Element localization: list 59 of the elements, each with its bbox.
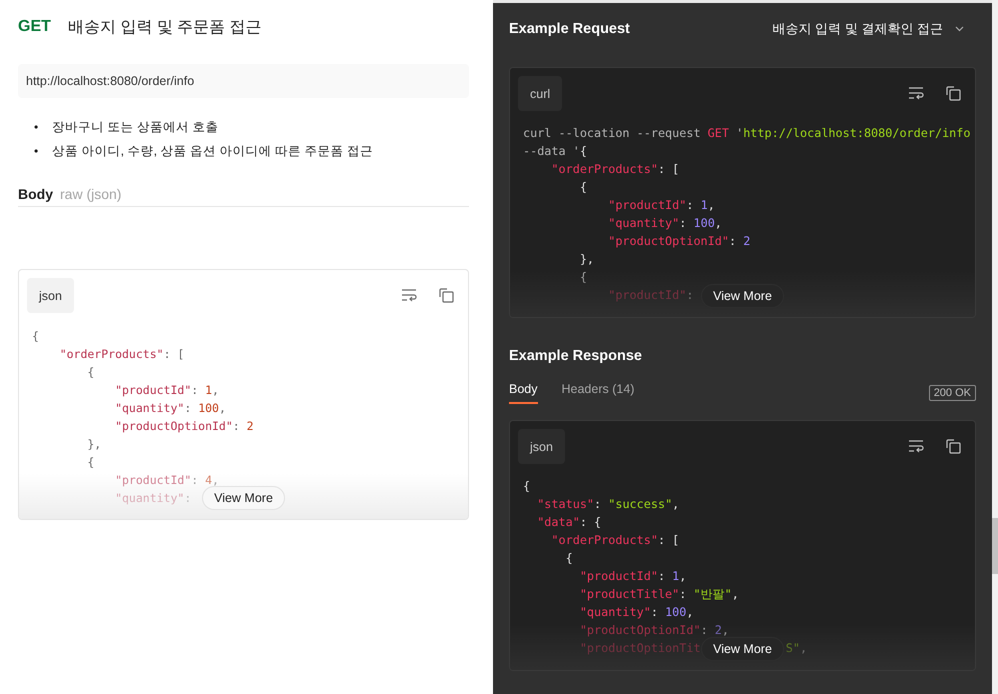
code-line: { (564, 550, 573, 567)
bullet: • (34, 142, 38, 160)
code-line: "productOptionId": 2 (607, 233, 750, 250)
note-item: 장바구니 또는 상품에서 호출 (52, 119, 219, 136)
section-heading: Example Response (509, 348, 643, 364)
code-line: "productId": (607, 287, 694, 304)
code-line: "productTitle": "반팔", (578, 586, 739, 603)
view-more-button[interactable]: View More (701, 637, 784, 661)
note-item: 상품 아이디, 수량, 상품 옵션 아이디에 따른 주문폼 접근 (52, 143, 373, 160)
code-line: { (578, 269, 587, 286)
view-more-button[interactable]: View More (701, 284, 784, 308)
example-selector[interactable]: 배송지 입력 및 결제확인 접근 (772, 20, 964, 38)
code-line: "quantity": 100, (114, 400, 226, 418)
wrap-icon[interactable] (908, 439, 924, 453)
code-line: "orderProducts": [ (550, 532, 680, 549)
code-line: { (86, 364, 94, 382)
code-line: "productId": 1, (607, 197, 715, 214)
body-mode: raw (json) (60, 186, 122, 202)
code-line: "data": { (536, 514, 602, 531)
code-line: "productOptionTit (578, 640, 701, 657)
response-tab[interactable]: Body (509, 382, 538, 404)
code-line: --data '{ (523, 143, 587, 160)
status-badge: 200 OK (928, 385, 976, 401)
code-line: }, (86, 436, 102, 454)
code-line: "status": "success", (536, 496, 680, 513)
code-line: { (523, 478, 530, 495)
code-line: "quantity": 100, (578, 604, 694, 621)
scrollbar-thumb[interactable] (992, 518, 998, 574)
code-line: "quantity": 100, (607, 215, 722, 232)
code-line: "quantity": (114, 490, 192, 508)
code-line: "productOptionId": 2 (114, 418, 254, 436)
code-line: "productOptionId": 2, (578, 622, 729, 639)
language-label: json (518, 429, 565, 464)
wrap-icon[interactable] (401, 288, 417, 302)
language-label: curl (518, 76, 562, 111)
response-tab[interactable]: Headers (14) (562, 382, 634, 404)
section-heading: Example Request (509, 21, 630, 37)
bullet: • (34, 118, 38, 136)
code-line: "productId": 1, (578, 568, 686, 585)
language-label: json (27, 278, 74, 314)
request-title: 배송지 입력 및 주문폼 접근 (68, 18, 262, 38)
chevron-icon (955, 26, 964, 32)
copy-icon[interactable] (946, 439, 961, 454)
code-line: { (86, 454, 94, 472)
wrap-icon[interactable] (908, 86, 924, 100)
method-label: GET (18, 18, 51, 36)
code-line: { (32, 328, 39, 346)
body-label: Body (18, 186, 53, 202)
code-line: }, (578, 251, 594, 268)
code-line: "orderProducts": [ (58, 346, 184, 364)
code-line: S", (786, 640, 808, 657)
copy-icon[interactable] (946, 86, 961, 101)
url-field: http://localhost:8080/order/info (18, 64, 469, 98)
copy-icon[interactable] (439, 288, 454, 304)
view-more-button[interactable]: View More (202, 486, 285, 510)
code-line: "orderProducts": [ (550, 161, 680, 178)
code-line: curl --location --request GET 'http://localhost:8080/order/info (523, 125, 970, 142)
code-line: { (578, 179, 587, 196)
code-line: "productId": 1, (114, 382, 219, 400)
